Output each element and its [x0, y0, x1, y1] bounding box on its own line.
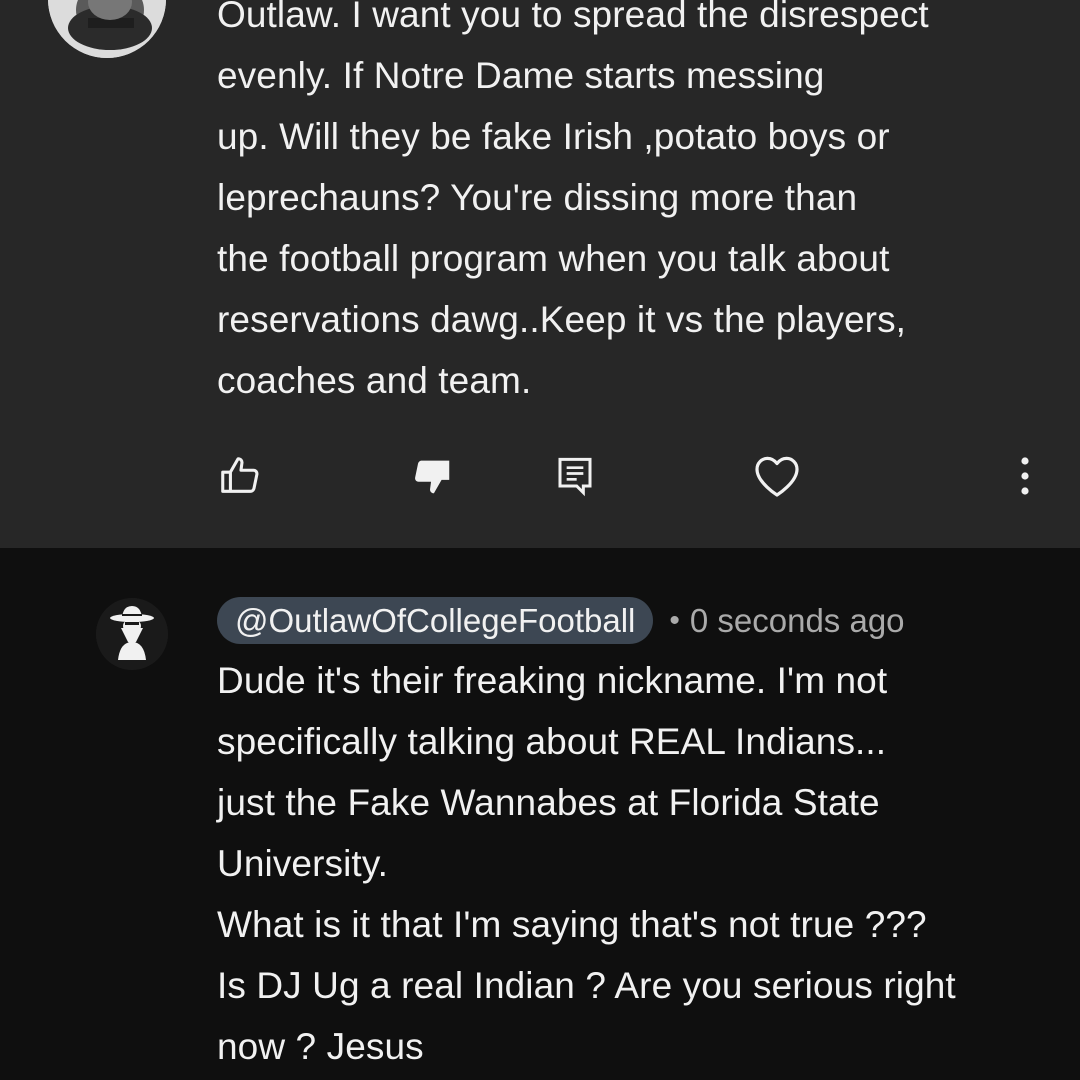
- avatar-photo-icon: [48, 0, 166, 58]
- more-options-button[interactable]: [1010, 452, 1040, 500]
- heart-icon: [755, 456, 799, 497]
- channel-handle[interactable]: @OutlawOfCollegeFootball: [217, 597, 654, 644]
- avatar[interactable]: [96, 598, 168, 670]
- thumbs-up-icon: [221, 457, 259, 493]
- comment-body: Outlaw. I want you to spread the disresp…: [217, 0, 929, 401]
- comment-actions: [0, 452, 1080, 502]
- timestamp: 0 seconds ago: [689, 601, 905, 639]
- comments-screen: Outlaw. I want you to spread the disresp…: [0, 0, 1080, 1080]
- outlaw-avatar-icon: [96, 598, 168, 670]
- separator-dot: •: [669, 603, 680, 637]
- avatar[interactable]: [48, 0, 166, 58]
- heart-button[interactable]: [750, 452, 804, 500]
- reply-button[interactable]: [552, 452, 598, 500]
- comment-reply: @OutlawOfCollegeFootball • 0 seconds ago…: [0, 548, 1080, 1080]
- comment-body: Dude it's their freaking nickname. I'm n…: [217, 660, 956, 1067]
- comment-highlighted: Outlaw. I want you to spread the disresp…: [0, 0, 1080, 548]
- thumbs-down-icon: [415, 460, 450, 494]
- more-vertical-icon: [1021, 457, 1029, 495]
- comment-header: @OutlawOfCollegeFootball • 0 seconds ago: [217, 597, 905, 644]
- like-button[interactable]: [214, 452, 266, 500]
- reply-icon: [558, 457, 592, 497]
- dislike-button[interactable]: [406, 452, 458, 500]
